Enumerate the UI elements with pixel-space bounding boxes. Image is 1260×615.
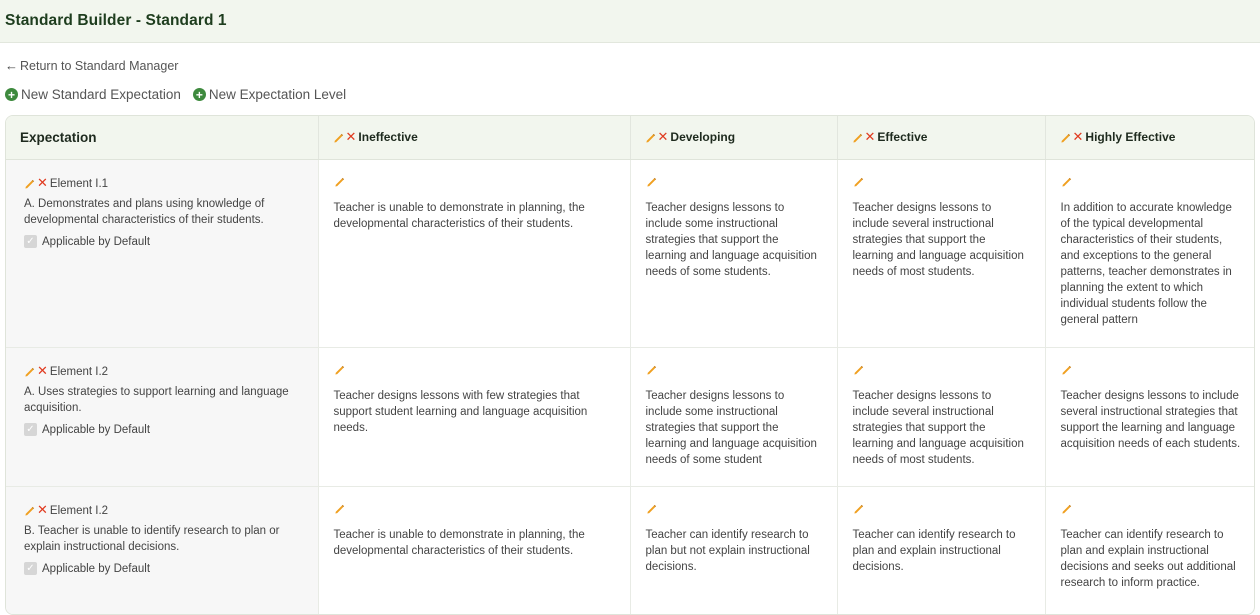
pencil-icon[interactable] — [24, 505, 35, 516]
level-description: Teacher designs lessons with few strateg… — [333, 389, 588, 434]
expectation-cell: ✕ Element I.2 A. Uses strategies to supp… — [6, 347, 319, 487]
level-cell: Teacher can identify research to plan an… — [837, 486, 1046, 614]
pencil-icon[interactable] — [853, 503, 864, 514]
pencil-icon[interactable] — [853, 364, 864, 375]
pencil-icon[interactable] — [334, 503, 345, 514]
column-header-level: ✕ Effective — [837, 116, 1046, 160]
element-title: Element I.1 — [49, 177, 109, 190]
pencil-icon[interactable] — [853, 176, 864, 187]
level-cell: Teacher designs lessons to include sever… — [837, 159, 1046, 348]
table-row: ✕ Element I.2 A. Uses strategies to supp… — [6, 347, 1254, 487]
new-standard-expectation-label: New Standard Expectation — [21, 87, 181, 102]
level-description: In addition to accurate knowledge of the… — [1060, 201, 1232, 326]
level-label: Ineffective — [358, 130, 418, 145]
delete-x-icon[interactable]: ✕ — [37, 177, 48, 190]
pencil-icon[interactable] — [24, 366, 35, 377]
level-description: Teacher can identify research to plan an… — [1060, 528, 1236, 589]
pencil-icon[interactable] — [646, 503, 657, 514]
checkbox-checked-icon: ✓ — [24, 235, 37, 248]
column-header-level: ✕ Developing — [630, 116, 838, 160]
delete-x-icon[interactable]: ✕ — [658, 131, 669, 144]
pencil-icon[interactable] — [334, 364, 345, 375]
level-description: Teacher designs lessons to include some … — [645, 201, 817, 278]
level-cell: Teacher is unable to demonstrate in plan… — [318, 486, 631, 614]
checkbox-checked-icon: ✓ — [24, 423, 37, 436]
page-title: Standard Builder - Standard 1 — [5, 12, 227, 29]
level-label: Developing — [670, 130, 736, 145]
level-cell: Teacher can identify research to plan bu… — [630, 486, 838, 614]
applicable-label: Applicable by Default — [42, 235, 151, 248]
applicable-by-default-checkbox[interactable]: ✓ Applicable by Default — [24, 234, 303, 250]
table-row: ✕ Element I.1 A. Demonstrates and plans … — [6, 159, 1254, 348]
pencil-icon[interactable] — [334, 176, 345, 187]
plus-circle-icon: + — [5, 88, 18, 101]
level-description: Teacher designs lessons to include sever… — [1060, 389, 1241, 450]
pencil-icon[interactable] — [645, 132, 656, 143]
table-header-row: Expectation ✕ Ineffective ✕ Developing ✕… — [6, 116, 1254, 160]
level-cell: Teacher designs lessons to include sever… — [837, 347, 1046, 487]
applicable-by-default-checkbox[interactable]: ✓ Applicable by Default — [24, 561, 303, 577]
element-description: A. Uses strategies to support learning a… — [24, 385, 289, 414]
column-header-expectation: Expectation — [6, 116, 319, 160]
level-label: Effective — [877, 130, 928, 145]
level-description: Teacher designs lessons to include some … — [645, 389, 817, 466]
action-bar: + New Standard Expectation + New Expecta… — [5, 87, 358, 102]
checkbox-checked-icon: ✓ — [24, 562, 37, 575]
level-label: Highly Effective — [1085, 130, 1176, 145]
delete-x-icon[interactable]: ✕ — [865, 131, 876, 144]
applicable-label: Applicable by Default — [42, 562, 151, 575]
pencil-icon[interactable] — [1060, 132, 1071, 143]
pencil-icon[interactable] — [1061, 364, 1072, 375]
back-link-label: Return to Standard Manager — [20, 58, 179, 73]
applicable-by-default-checkbox[interactable]: ✓ Applicable by Default — [24, 422, 303, 438]
expectation-cell: ✕ Element I.1 A. Demonstrates and plans … — [6, 159, 319, 348]
pencil-icon[interactable] — [24, 178, 35, 189]
level-description: Teacher designs lessons to include sever… — [852, 201, 1024, 278]
level-cell: In addition to accurate knowledge of the… — [1045, 159, 1254, 348]
level-cell: Teacher is unable to demonstrate in plan… — [318, 159, 631, 348]
column-header-level: ✕ Ineffective — [318, 116, 631, 160]
pencil-icon[interactable] — [646, 364, 657, 375]
level-description: Teacher is unable to demonstrate in plan… — [333, 528, 585, 557]
level-cell: Teacher designs lessons to include some … — [630, 347, 838, 487]
level-description: Teacher can identify research to plan an… — [852, 528, 1016, 573]
applicable-label: Applicable by Default — [42, 423, 151, 436]
delete-x-icon[interactable]: ✕ — [37, 365, 48, 378]
level-cell: Teacher designs lessons with few strateg… — [318, 347, 631, 487]
standard-table: Expectation ✕ Ineffective ✕ Developing ✕… — [5, 115, 1255, 615]
page-header: Standard Builder - Standard 1 — [0, 0, 1260, 43]
level-cell: Teacher can identify research to plan an… — [1045, 486, 1254, 614]
level-description: Teacher can identify research to plan bu… — [645, 528, 810, 573]
expectation-cell: ✕ Element I.2 B. Teacher is unable to id… — [6, 486, 319, 614]
new-expectation-level-label: New Expectation Level — [208, 87, 347, 102]
delete-x-icon[interactable]: ✕ — [37, 504, 48, 517]
return-to-standard-manager-link[interactable]: ← Return to Standard Manager — [5, 58, 178, 73]
pencil-icon[interactable] — [333, 132, 344, 143]
new-expectation-level-button[interactable]: + New Expectation Level — [192, 87, 347, 102]
pencil-icon[interactable] — [1061, 503, 1072, 514]
new-standard-expectation-button[interactable]: + New Standard Expectation — [5, 87, 181, 102]
arrow-left-icon: ← — [5, 58, 18, 73]
level-cell: Teacher designs lessons to include sever… — [1045, 347, 1254, 487]
pencil-icon[interactable] — [852, 132, 863, 143]
column-header-level: ✕ Highly Effective — [1045, 116, 1254, 160]
table-row: ✕ Element I.2 B. Teacher is unable to id… — [6, 486, 1254, 614]
level-cell: Teacher designs lessons to include some … — [630, 159, 838, 348]
plus-circle-icon: + — [192, 88, 206, 101]
element-description: B. Teacher is unable to identify researc… — [24, 524, 280, 553]
element-title: Element I.2 — [49, 365, 109, 378]
pencil-icon[interactable] — [1061, 176, 1072, 187]
delete-x-icon[interactable]: ✕ — [346, 131, 357, 144]
delete-x-icon[interactable]: ✕ — [1073, 131, 1084, 144]
pencil-icon[interactable] — [646, 176, 657, 187]
level-description: Teacher designs lessons to include sever… — [852, 389, 1024, 466]
element-title: Element I.2 — [49, 504, 109, 517]
element-description: A. Demonstrates and plans using knowledg… — [24, 197, 265, 226]
level-description: Teacher is unable to demonstrate in plan… — [333, 201, 585, 230]
